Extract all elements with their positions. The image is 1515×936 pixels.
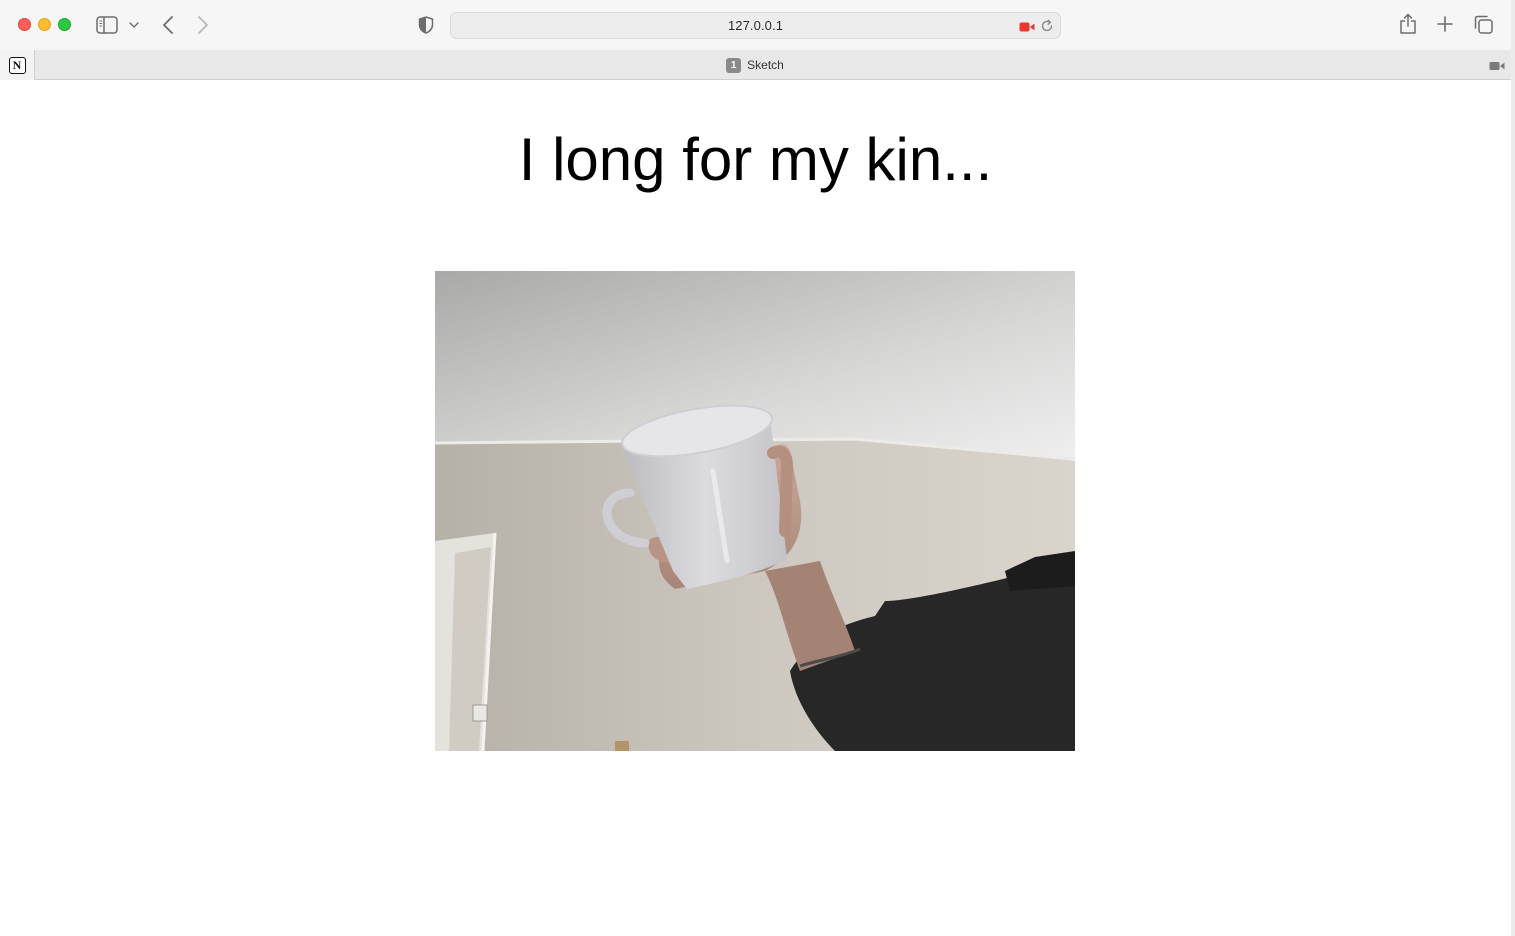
chevron-down-icon[interactable] — [127, 17, 141, 33]
video-camera-icon[interactable] — [1019, 20, 1035, 32]
close-window-button[interactable] — [18, 18, 31, 31]
webcam-frame-image — [435, 271, 1075, 751]
page-content: I long for my kin... — [0, 80, 1511, 936]
maximize-window-button[interactable] — [58, 18, 71, 31]
window-edge — [1511, 0, 1515, 936]
tab-overview-icon[interactable] — [1472, 13, 1494, 35]
shield-icon[interactable] — [416, 14, 436, 36]
tab-title: Sketch — [747, 58, 784, 72]
minimize-window-button[interactable] — [38, 18, 51, 31]
browser-toolbar: 127.0.0.1 — [0, 0, 1511, 50]
tab-number-badge: 1 — [726, 57, 742, 73]
pinned-tab-notion[interactable]: N — [0, 50, 35, 80]
notion-logo-icon: N — [8, 56, 26, 74]
tab-sketch[interactable]: 1 Sketch — [35, 50, 1475, 80]
address-bar[interactable]: 127.0.0.1 — [450, 12, 1061, 39]
address-text: 127.0.0.1 — [727, 18, 784, 33]
chevron-right-icon[interactable] — [193, 13, 213, 37]
share-icon[interactable] — [1397, 12, 1419, 36]
video-camera-icon[interactable] — [1489, 59, 1505, 71]
browser-window: 127.0.0.1 N 1 Sketch I long for my kin..… — [0, 0, 1511, 936]
reload-icon[interactable] — [1040, 19, 1054, 33]
tab-strip: N 1 Sketch — [0, 50, 1511, 80]
sidebar-icon[interactable] — [95, 14, 119, 36]
webcam-video — [435, 271, 1075, 751]
chevron-left-icon[interactable] — [158, 13, 178, 37]
plus-icon[interactable] — [1434, 13, 1456, 35]
page-heading: I long for my kin... — [518, 126, 993, 193]
